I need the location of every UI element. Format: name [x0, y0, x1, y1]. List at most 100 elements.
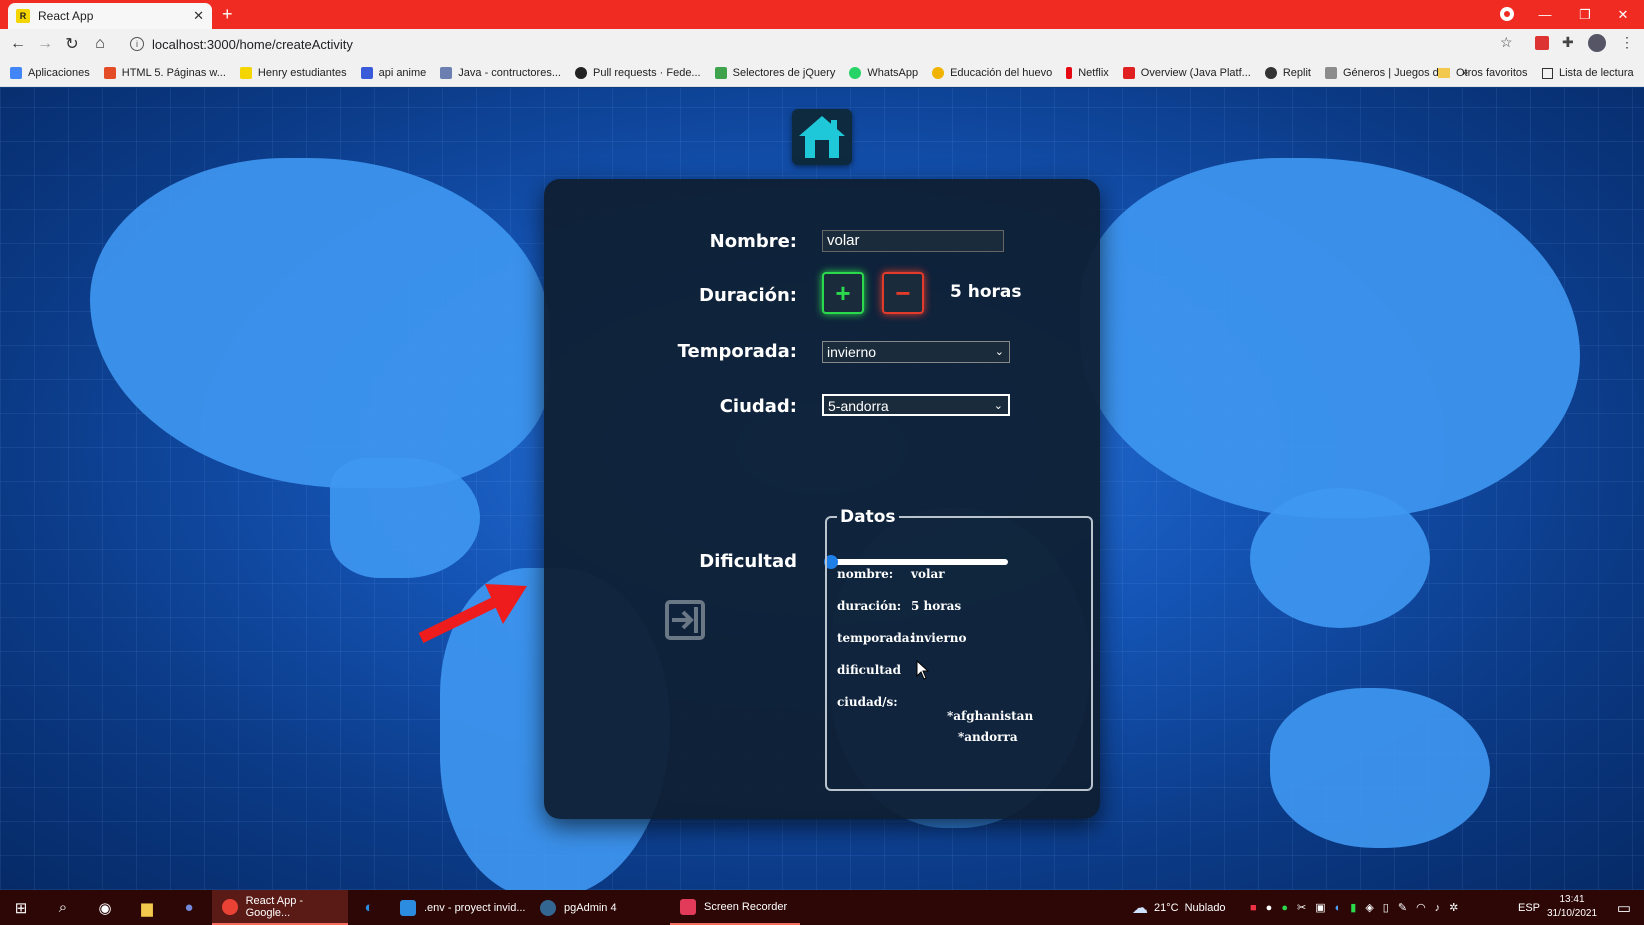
bookmark-item[interactable]: Netflix [1066, 66, 1109, 79]
jquery-icon [714, 66, 727, 79]
bookmark-item[interactable]: Géneros | Juegos d... [1324, 66, 1448, 79]
dificultad-label: Dificultad [699, 551, 797, 572]
datos-ciudades-label: ciudad/s: [837, 695, 898, 709]
new-tab-icon[interactable]: + [222, 4, 233, 24]
system-tray-icons[interactable]: ■ ● ● ✂ ▣ ◐ ▮ ◈ ▯ ✎ ◠ ♪ ✲ [1250, 890, 1458, 925]
map-central-america [330, 458, 480, 578]
bookmark-item[interactable]: HTML 5. Páginas w... [103, 66, 226, 79]
datos-nombre-value: volar [911, 567, 945, 581]
address-bar[interactable]: i localhost:3000/home/createActivity [120, 32, 1520, 56]
bookmark-item[interactable]: Replit [1264, 66, 1311, 79]
taskbar-app-pgadmin[interactable]: pgAdmin 4 [530, 890, 666, 925]
close-window-icon[interactable]: ✕ [1604, 0, 1642, 29]
chevron-down-icon: ⌄ [993, 400, 1003, 412]
weather-text: Nublado [1184, 901, 1226, 914]
datos-panel: Datos nombre: volar duración: 5 horas te… [825, 507, 1093, 791]
clock-date: 31/10/2021 [1546, 908, 1598, 919]
datos-legend: Datos [840, 507, 896, 527]
ciudad-label: Ciudad: [719, 396, 797, 417]
folder-icon [1438, 68, 1450, 78]
screen: R React App ✕ + — ❐ ✕ ← → ↻ ⌂ i localhos… [0, 0, 1644, 925]
discord-icon[interactable]: ● [174, 890, 204, 925]
apps-grid-icon [10, 66, 22, 79]
datos-dificultad-label: dificultad [837, 663, 901, 677]
bookmark-item[interactable]: Pull requests · Fede... [575, 66, 701, 79]
forward-icon[interactable]: → [35, 34, 55, 54]
extensions-puzzle-icon[interactable]: ✚ [1562, 34, 1574, 51]
taskbar-app-vscode[interactable]: .env - proyect invid... [390, 890, 526, 925]
api-anime-icon [360, 66, 373, 79]
reading-list[interactable]: Lista de lectura [1542, 59, 1634, 87]
other-bookmarks[interactable]: Otros favoritos [1438, 59, 1528, 87]
vscode-icon [400, 899, 416, 916]
site-info-icon[interactable]: i [130, 37, 144, 51]
netflix-icon [1066, 66, 1073, 79]
extension-icon[interactable] [1535, 36, 1549, 50]
pen-icon: ✎ [1397, 902, 1408, 914]
increase-duration-button[interactable]: + [822, 272, 864, 314]
reload-icon[interactable]: ↻ [62, 34, 82, 54]
chrome-app-icon[interactable]: ◉ [90, 890, 120, 925]
browser-toolbar: ← → ↻ ⌂ i localhost:3000/home/createActi… [0, 29, 1644, 59]
menu-kebab-icon[interactable]: ⋮ [1620, 34, 1634, 51]
green-tray-icon: ● [1281, 901, 1288, 914]
nombre-input[interactable]: volar [822, 230, 1004, 252]
egg-icon [932, 66, 945, 79]
temporada-select[interactable]: invierno ⌄ [822, 341, 1010, 363]
bookmark-item[interactable]: Educación del huevo [932, 66, 1052, 79]
github-icon [575, 66, 587, 79]
close-tab-icon[interactable]: ✕ [193, 8, 204, 24]
windows-start-icon[interactable]: ⊞ [6, 890, 36, 925]
tray-shield-icon: ◈ [1365, 902, 1374, 914]
record-icon[interactable] [1500, 7, 1514, 21]
duracion-value: 5 horas [950, 282, 1022, 302]
edge-icon[interactable]: ◐ [354, 890, 384, 925]
search-icon[interactable]: ⌕ [48, 890, 78, 925]
browser-tab[interactable]: R React App ✕ [8, 3, 212, 29]
red-arrow-annotation [418, 584, 527, 643]
create-activity-card: Nombre: volar Duración: + − 5 horas Temp… [544, 179, 1100, 819]
screen-recorder-icon [680, 898, 696, 915]
back-icon[interactable]: ← [8, 34, 28, 54]
henry-icon [239, 66, 252, 79]
bookmark-item[interactable]: Java - contructores... [440, 66, 561, 79]
volume-icon: ♪ [1434, 901, 1441, 914]
temporada-selected: invierno [827, 344, 877, 360]
file-explorer-icon[interactable]: ▆ [132, 890, 162, 925]
usb-icon: ▯ [1382, 902, 1389, 914]
restore-icon[interactable]: ❐ [1566, 0, 1604, 29]
page-background: Nombre: volar Duración: + − 5 horas Temp… [0, 88, 1644, 890]
bookmarks-bar: Aplicaciones HTML 5. Páginas w... Henry … [0, 59, 1644, 87]
whatsapp-icon [849, 66, 862, 79]
home-button[interactable] [792, 109, 852, 165]
datos-temporada-value: invierno [911, 631, 967, 645]
chrome-icon [222, 898, 238, 915]
bookmark-item[interactable]: WhatsApp [849, 66, 918, 79]
exit-icon[interactable] [664, 599, 706, 641]
notifications-icon[interactable]: ▭ [1610, 890, 1638, 925]
bookmark-item[interactable]: Selectores de jQuery [714, 66, 835, 79]
home-icon[interactable]: ⌂ [90, 34, 110, 54]
bookmark-item[interactable]: api anime [360, 66, 426, 79]
pgadmin-icon [540, 899, 556, 916]
taskbar-app-chrome[interactable]: React App - Google... [212, 890, 348, 925]
reading-list-icon [1542, 67, 1553, 79]
taskbar-app-screen-recorder[interactable]: Screen Recorder [670, 890, 800, 925]
bookmark-star-icon[interactable]: ☆ [1500, 34, 1513, 51]
minimize-icon[interactable]: — [1526, 0, 1564, 29]
duracion-label: Duración: [699, 285, 797, 306]
bookmark-item[interactable]: Overview (Java Platf... [1122, 66, 1251, 79]
weather-widget[interactable]: ☁ 21°C Nublado [1132, 890, 1226, 925]
profile-avatar[interactable] [1588, 34, 1606, 52]
decrease-duration-button[interactable]: − [882, 272, 924, 314]
ciudad-selected: 5-andorra [828, 398, 889, 414]
clock[interactable]: 13:41 31/10/2021 [1542, 893, 1602, 921]
ciudad-select[interactable]: 5-andorra ⌄ [822, 394, 1010, 416]
tray-monitor-icon: ▣ [1315, 902, 1326, 914]
language-indicator[interactable]: ESP [1518, 890, 1540, 925]
bookmark-item[interactable]: Henry estudiantes [239, 66, 347, 79]
tray-app-icon: ■ [1250, 901, 1257, 914]
bookmark-item[interactable]: Aplicaciones [10, 66, 90, 79]
temporada-label: Temporada: [677, 341, 797, 362]
datos-ciudad-item: *afghanistan [947, 709, 1034, 723]
